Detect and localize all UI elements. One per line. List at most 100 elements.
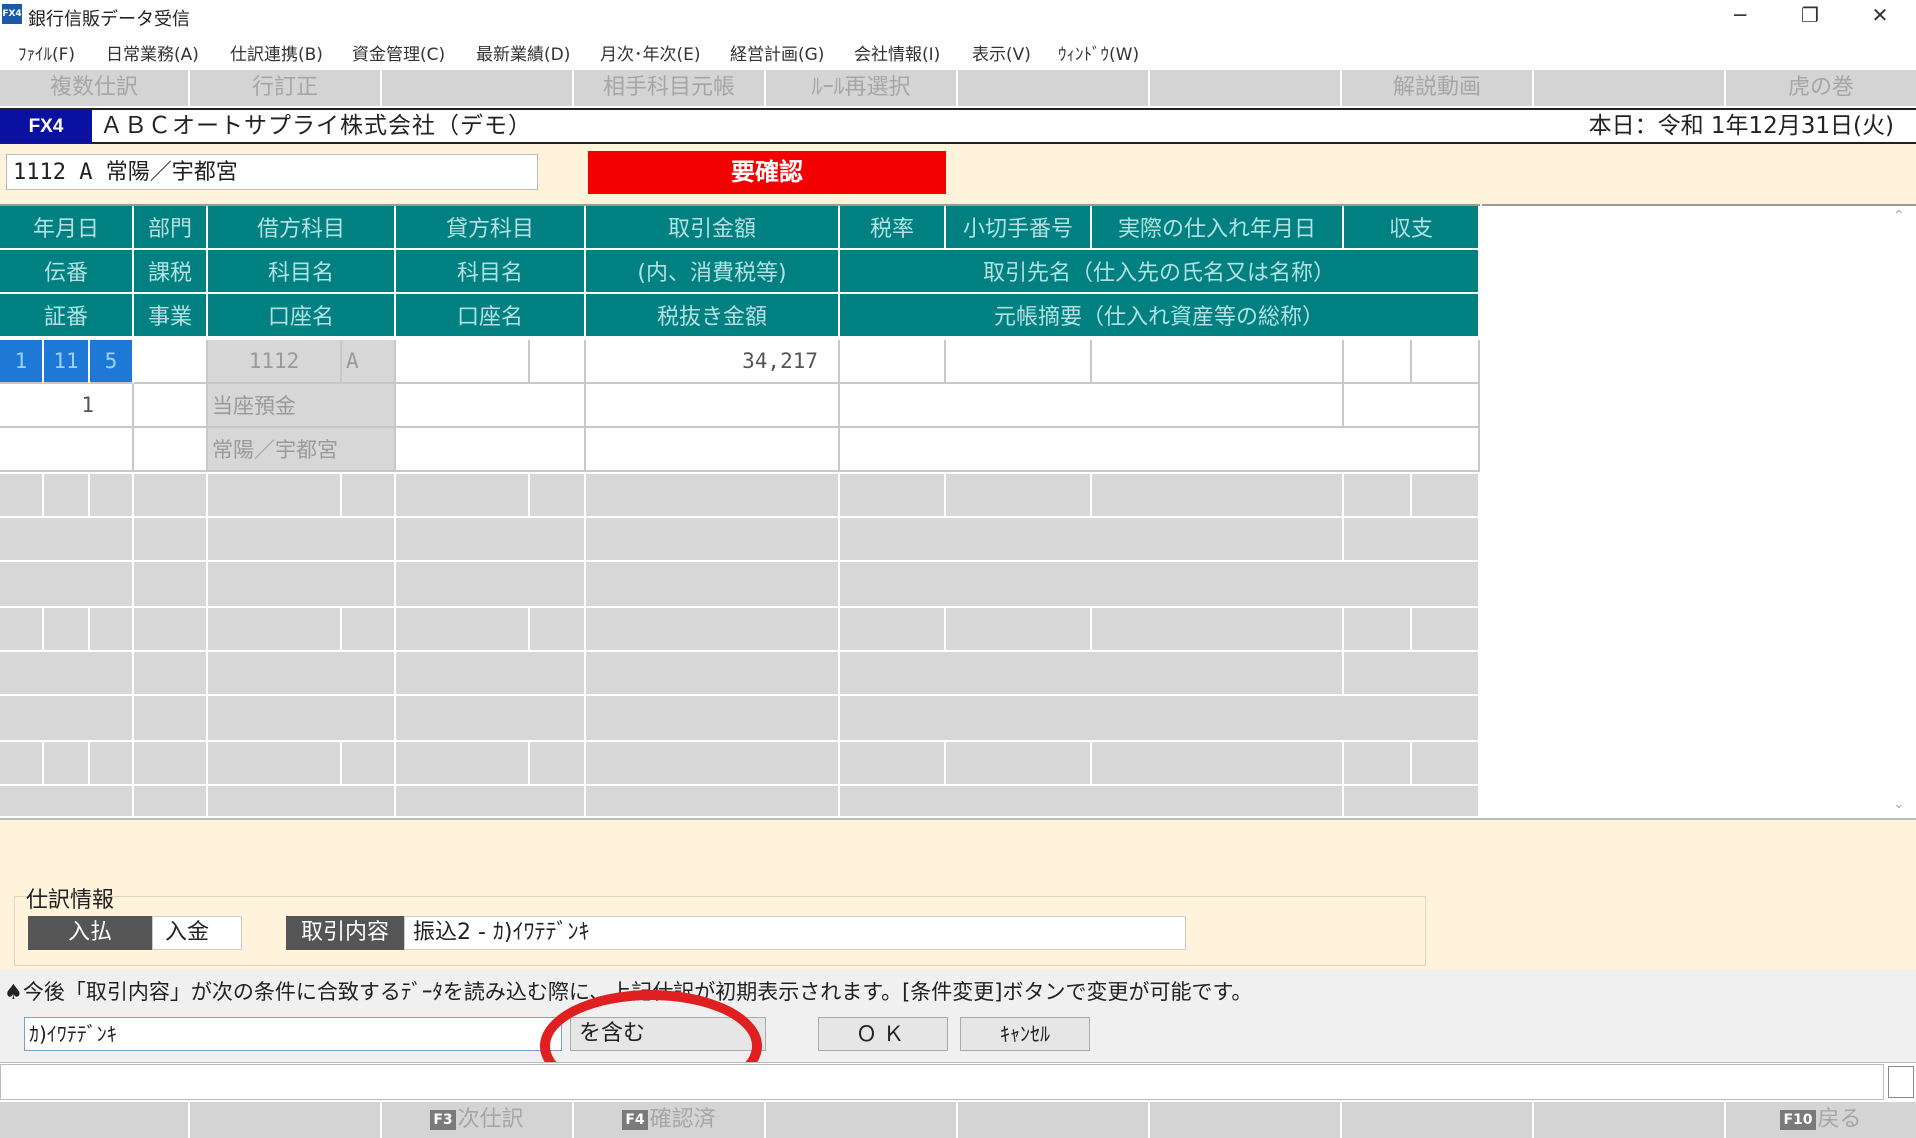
entry-ledger-description[interactable] xyxy=(840,428,1480,472)
entry-supplier-extra[interactable] xyxy=(1344,384,1480,428)
entry-amount[interactable]: 34,217 xyxy=(586,340,840,384)
empty-cell xyxy=(840,562,1480,608)
entry-check-number[interactable] xyxy=(946,340,1092,384)
ok-button[interactable]: ＯＫ xyxy=(818,1017,948,1051)
fkey-bottom-1[interactable] xyxy=(0,1102,190,1138)
menu-business-plan[interactable]: 経営計画(G) xyxy=(730,40,824,65)
status-checkbox[interactable] xyxy=(1888,1066,1914,1098)
empty-cell xyxy=(134,742,208,786)
entry-income-expense[interactable] xyxy=(1344,340,1412,384)
header-taxation: 課税 xyxy=(134,250,208,294)
entry-sequence[interactable]: 5 xyxy=(90,340,134,384)
entry-tax-rate[interactable] xyxy=(840,340,946,384)
scroll-down-arrow-icon[interactable]: ⌄ xyxy=(1893,796,1905,812)
fkey-empty-9[interactable] xyxy=(1534,70,1726,106)
window-title: 銀行信販データ受信 xyxy=(28,9,190,30)
menu-window[interactable]: ｳｨﾝﾄﾞｳ(W) xyxy=(1058,40,1139,65)
app-icon: FX4 xyxy=(2,4,22,24)
menu-latest-results[interactable]: 最新業績(D) xyxy=(476,40,570,65)
empty-cell xyxy=(0,608,44,652)
entry-credit-code[interactable] xyxy=(396,340,530,384)
fkey-bottom-8[interactable] xyxy=(1342,1102,1534,1138)
condition-input[interactable]: ｶ)ｲﾜﾃﾃﾞﾝｷ xyxy=(24,1017,562,1051)
fkey-manual[interactable]: 虎の巻 xyxy=(1726,70,1916,106)
entry-day[interactable]: 11 xyxy=(44,340,90,384)
empty-cell xyxy=(1092,742,1344,786)
entry-income-expense-2[interactable] xyxy=(1412,340,1480,384)
fkey-bottom-2[interactable] xyxy=(190,1102,382,1138)
entry-taxation[interactable] xyxy=(134,384,208,428)
fkey-next-journal[interactable]: F3 次仕訳 xyxy=(382,1102,574,1138)
close-button[interactable]: ✕ xyxy=(1852,0,1908,32)
empty-cell xyxy=(396,786,586,818)
fkey-confirmed[interactable]: F4 確認済 xyxy=(574,1102,766,1138)
fkey-bottom-6[interactable] xyxy=(958,1102,1150,1138)
fkey-line-correct[interactable]: 行訂正 xyxy=(190,70,382,106)
fkey-empty-6[interactable] xyxy=(958,70,1150,106)
entry-debit-code[interactable]: 1112 xyxy=(208,340,342,384)
fkey-rule-reselect[interactable]: ﾙｰﾙ再選択 xyxy=(766,70,958,106)
menu-fund-management[interactable]: 資金管理(C) xyxy=(352,40,445,65)
empty-cell xyxy=(946,474,1092,518)
title-bar xyxy=(0,0,1916,32)
menu-company-info[interactable]: 会社情報(I) xyxy=(854,40,940,65)
empty-cell xyxy=(530,742,586,786)
fkey-bottom-5[interactable] xyxy=(766,1102,958,1138)
entry-department[interactable] xyxy=(134,340,208,384)
empty-cell xyxy=(586,696,840,742)
fkey-multi-journal[interactable]: 複数仕訳 xyxy=(0,70,190,106)
entry-debit-sub[interactable]: A xyxy=(342,340,396,384)
restore-button[interactable]: ❐ xyxy=(1782,0,1838,32)
empty-cell xyxy=(1344,518,1480,562)
entry-debit-bank-account: 常陽／宇都宮 xyxy=(208,428,396,472)
empty-cell xyxy=(208,562,396,608)
menu-daily-work[interactable]: 日常業務(A) xyxy=(106,40,199,65)
empty-cell xyxy=(586,562,840,608)
fkey-bottom-7[interactable] xyxy=(1150,1102,1342,1138)
empty-cell xyxy=(0,518,134,562)
fkey-back[interactable]: F10 戻る xyxy=(1726,1102,1916,1138)
empty-cell xyxy=(586,652,840,696)
entry-month[interactable]: 1 xyxy=(0,340,44,384)
entry-amount-excl-tax[interactable] xyxy=(586,428,840,472)
entry-debit-account-name: 当座預金 xyxy=(208,384,396,428)
empty-cell xyxy=(0,742,44,786)
empty-cell xyxy=(586,608,840,652)
scroll-up-arrow-icon[interactable]: ⌃ xyxy=(1893,208,1905,224)
entry-voucher-number[interactable] xyxy=(0,428,134,472)
cancel-button[interactable]: ｷｬﾝｾﾙ xyxy=(960,1017,1090,1051)
header-date: 年月日 xyxy=(0,206,134,250)
bank-account-field[interactable]: 1112 A 常陽／宇都宮 xyxy=(6,154,538,190)
f10-key-icon: F10 xyxy=(1780,1110,1816,1130)
entry-credit-sub[interactable] xyxy=(530,340,586,384)
entry-slip-number[interactable]: 1 xyxy=(0,384,134,428)
menu-journal-link[interactable]: 仕訳連携(B) xyxy=(230,40,323,65)
entry-credit-account-name xyxy=(396,384,586,428)
entry-consumption-tax[interactable] xyxy=(586,384,840,428)
entry-business[interactable] xyxy=(134,428,208,472)
empty-cell xyxy=(208,786,396,818)
menu-file[interactable]: ﾌｧｲﾙ(F) xyxy=(18,40,75,65)
fkey-empty-3[interactable] xyxy=(382,70,574,106)
status-input[interactable] xyxy=(0,1064,1884,1100)
empty-cell xyxy=(530,608,586,652)
fkey-next-journal-label: 次仕訳 xyxy=(457,1107,524,1132)
fkey-empty-7[interactable] xyxy=(1150,70,1342,106)
menu-view[interactable]: 表示(V) xyxy=(972,40,1031,65)
entry-supplier-name[interactable] xyxy=(840,384,1344,428)
fkey-explanation-video[interactable]: 解説動画 xyxy=(1342,70,1534,106)
minimize-button[interactable]: ─ xyxy=(1712,0,1768,32)
empty-cell xyxy=(134,608,208,652)
menu-monthly-yearly[interactable]: 月次･年次(E) xyxy=(600,40,701,65)
empty-cell xyxy=(396,652,586,696)
fkey-bottom-9[interactable] xyxy=(1534,1102,1726,1138)
header-consumption-tax: (内、消費税等) xyxy=(586,250,840,294)
empty-cell xyxy=(840,518,1344,562)
header-credit-account-name: 科目名 xyxy=(396,250,586,294)
fkey-counter-ledger[interactable]: 相手科目元帳 xyxy=(574,70,766,106)
empty-cell xyxy=(1344,786,1480,818)
empty-cell xyxy=(396,696,586,742)
empty-cell xyxy=(0,562,134,608)
empty-cell xyxy=(90,608,134,652)
entry-purchase-date[interactable] xyxy=(1092,340,1344,384)
